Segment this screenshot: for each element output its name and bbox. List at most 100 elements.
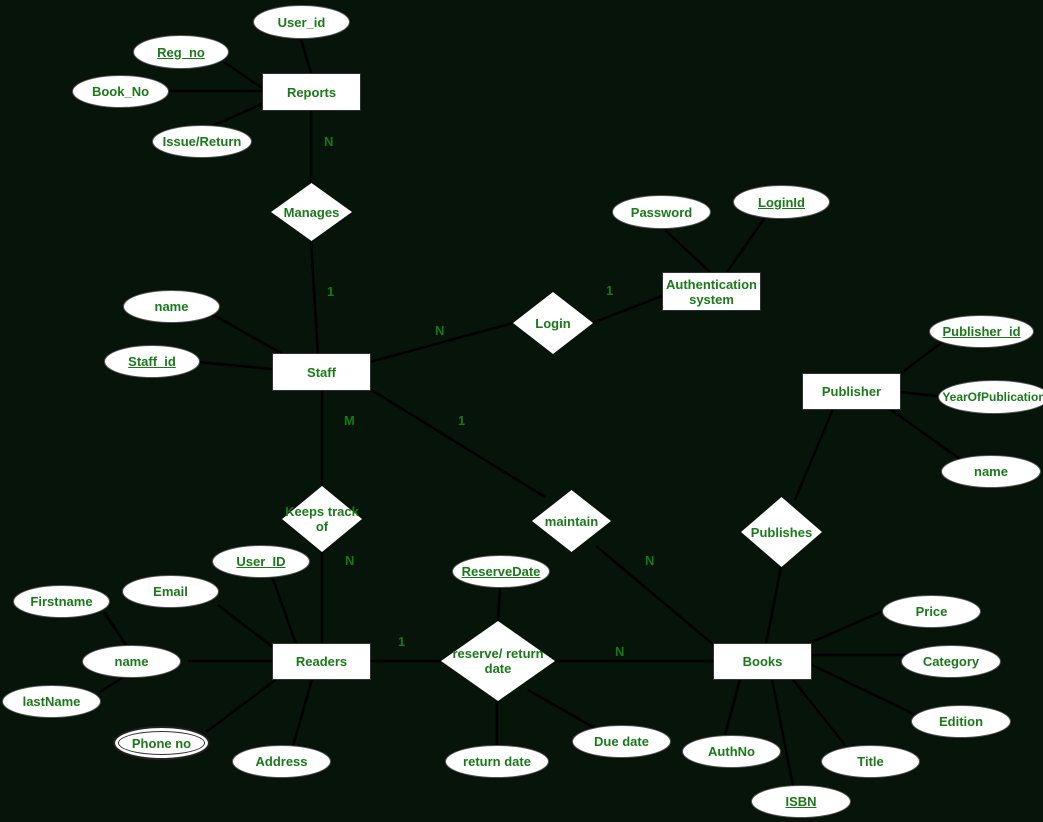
entity-publisher-label: Publisher [821,384,882,399]
edge-publisher-publisher_id [899,339,946,375]
attribute-reg-no[interactable]: Reg_no [133,35,229,69]
edge-books-publishes [764,566,783,645]
er-diagram-canvas: Reports Staff Authentication system Publ… [0,0,1043,822]
edge-staff-staff_id [197,360,273,371]
attribute-issue-return[interactable]: Issue/Return [152,125,252,158]
attribute-edition[interactable]: Edition [911,705,1011,738]
attribute-category[interactable]: Category [901,645,1001,678]
relationship-keeps-track-of-label: Keeps track of [285,504,359,534]
entity-books[interactable]: Books [713,643,812,680]
attribute-isbn[interactable]: ISBN [751,785,851,818]
attribute-reg-no-label: Reg_no [157,44,205,60]
edge-readers-phone_no [205,677,279,733]
relationship-publishes-label: Publishes [750,524,813,540]
attribute-price-label: Price [915,604,948,619]
edge-books-edition [809,662,917,717]
cardinality-keeps-readers: N [345,553,355,568]
attribute-email[interactable]: Email [122,575,219,608]
attribute-login-id[interactable]: LoginId [733,185,830,219]
edge-books-price [804,606,891,647]
attribute-password-label: Password [630,204,693,220]
relationship-publishes[interactable]: Publishes [741,497,822,567]
edge-books-isbn [770,678,795,787]
attribute-password[interactable]: Password [612,195,711,229]
attribute-address-label: Address [255,754,308,769]
edge-reports-user_id [299,39,313,74]
attribute-lastname[interactable]: lastName [2,685,101,718]
attribute-reader-name[interactable]: name [82,645,181,678]
relationship-login[interactable]: Login [513,292,593,354]
edge-manages-staff [309,239,320,356]
attribute-lastname-label: lastName [22,694,81,709]
attribute-return-date[interactable]: return date [445,745,549,778]
attribute-title[interactable]: Title [821,745,920,778]
attribute-year-of-publication[interactable]: YearOfPublication [938,380,1043,414]
relationship-manages-label: Manages [283,204,340,220]
edge-maintain-books [595,545,715,646]
relationship-keeps-track-of[interactable]: Keeps track of [282,486,362,552]
attribute-publisher-name-label: name [974,464,1008,479]
cardinality-login-auth: 1 [606,283,614,298]
attribute-publisher-name[interactable]: name [941,455,1041,488]
attribute-email-label: Email [153,584,188,599]
relationship-maintain[interactable]: maintain [532,490,611,552]
cardinality-reports-manages: N [324,134,334,149]
attribute-return-date-label: return date [463,754,531,769]
attribute-year-of-publication-label: YearOfPublication [942,389,1043,404]
relationship-reserve-return-date[interactable]: reserve/ return date [441,621,555,701]
attribute-address[interactable]: Address [232,745,331,778]
attribute-publisher-id[interactable]: Publisher_id [929,315,1034,348]
edge-books-authno [723,678,742,736]
attribute-reserve-date[interactable]: ReserveDate [452,555,550,588]
cardinality-reserve-books: N [615,644,625,659]
attribute-staff-name[interactable]: name [123,290,220,323]
edge-readers-email [217,604,275,649]
edge-name-firstname [102,611,130,649]
attribute-book-no[interactable]: Book_No [72,75,169,108]
entity-reports[interactable]: Reports [262,73,361,111]
edge-books-title [789,675,846,746]
attribute-book-no-label: Book_No [91,84,150,99]
edge-readers-user_id [270,575,298,645]
attribute-staff-name-label: name [154,299,189,314]
attribute-phone-no[interactable]: Phone no [113,726,210,760]
attribute-publisher-id-label: Publisher_id [942,324,1021,339]
attribute-auth-no-label: AuthNo [708,744,755,759]
entity-staff[interactable]: Staff [272,353,371,391]
cardinality-staff-login: N [435,323,445,338]
attribute-isbn-label: ISBN [785,794,817,809]
edge-publishes-publisher [793,408,835,501]
relationship-login-label: Login [535,315,571,331]
attribute-user-id[interactable]: User_id [253,5,350,39]
attribute-firstname[interactable]: Firstname [13,585,110,618]
edge-auth-password [664,229,711,273]
attribute-price[interactable]: Price [882,595,981,628]
attribute-due-date-label: Due date [594,734,649,749]
entity-readers[interactable]: Readers [272,643,371,680]
entity-publisher[interactable]: Publisher [802,373,901,410]
cardinality-readers-reserve: 1 [398,634,406,649]
attribute-category-label: Category [922,654,980,669]
attribute-phone-no-label: Phone no [131,735,192,751]
attribute-due-date[interactable]: Due date [572,725,671,758]
relationship-reserve-return-date-label: reserve/ return date [452,646,544,676]
cardinality-maintain-books: N [645,553,655,568]
cardinality-staff-maintain: 1 [458,413,466,428]
attribute-staff-id[interactable]: Staff_id [104,345,200,378]
edge-auth-loginid [725,218,766,273]
entity-readers-label: Readers [295,654,348,669]
attribute-auth-no[interactable]: AuthNo [682,735,781,768]
attribute-user-id-label: User_id [277,14,326,30]
attribute-staff-id-label: Staff_id [128,354,176,369]
entity-authentication-system[interactable]: Authentication system [662,272,761,311]
attribute-reader-name-label: name [114,654,149,669]
edge-reports-reg_no [223,60,263,90]
edge-reserve-reservedate [496,587,502,623]
attribute-edition-label: Edition [938,714,984,729]
attribute-reader-user-id[interactable]: User_ID [212,545,310,578]
attribute-reader-user-id-label: User_ID [236,554,286,569]
cardinality-manages-staff: 1 [327,284,335,299]
attribute-reserve-date-label: ReserveDate [461,564,541,579]
attribute-issue-return-label: Issue/Return [162,134,242,149]
relationship-manages[interactable]: Manages [271,183,352,241]
